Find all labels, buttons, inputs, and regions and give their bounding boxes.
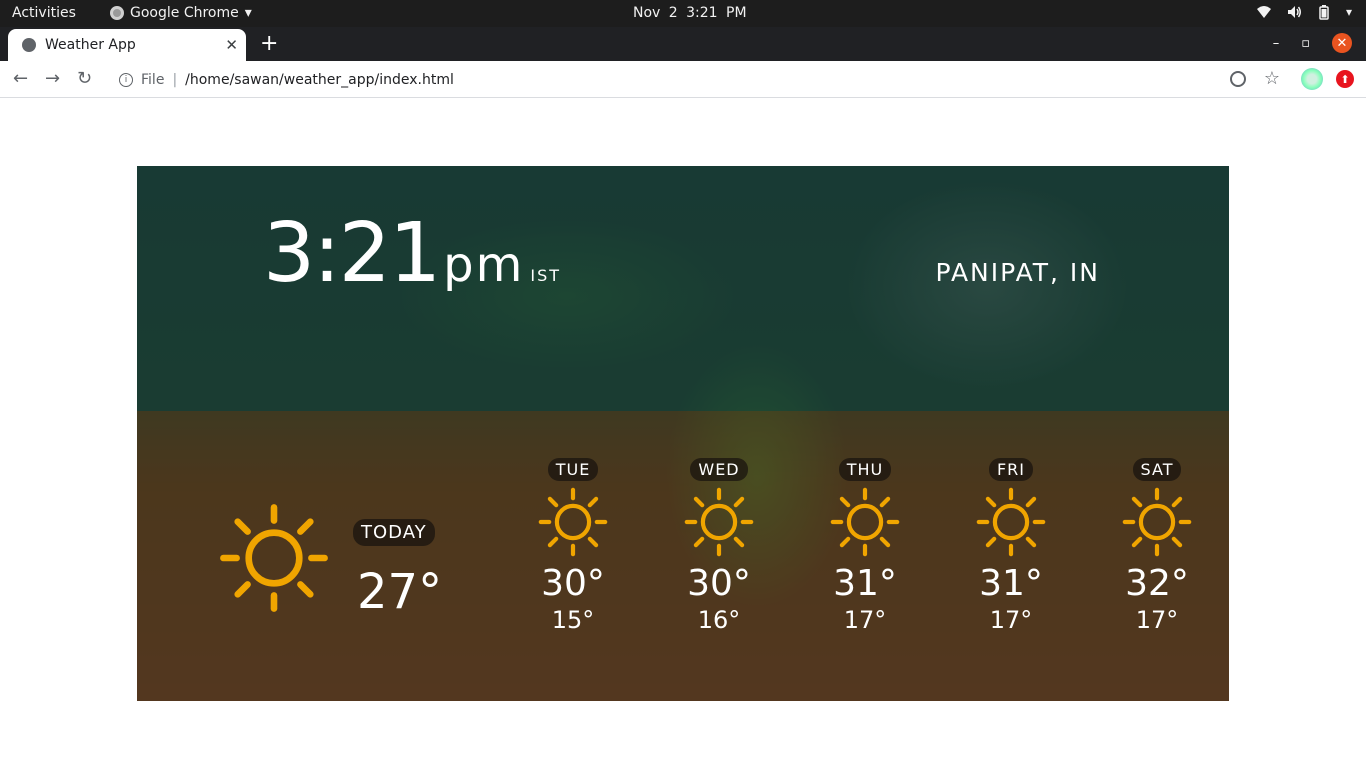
sun-icon [684,487,754,557]
address-scheme: File [141,71,165,88]
forecast-day-name: WED [690,458,748,481]
system-top-bar: Activities Google Chrome ▾ Nov 2 3:21 PM… [0,0,1366,27]
forecast-day: TUE 30° 15° [523,458,623,634]
forecast-high: 30° [541,563,605,604]
time-zone: IST [530,266,562,285]
location-target-icon[interactable] [1230,71,1246,87]
close-tab-button[interactable]: ✕ [225,36,238,54]
tab-title: Weather App [45,37,136,53]
system-tray[interactable]: ▾ [1256,4,1352,20]
sun-icon [830,487,900,557]
reload-button[interactable]: ↻ [77,68,92,89]
tab-strip: Weather App ✕ + – ▫ ✕ [0,27,1366,61]
maximize-button[interactable]: ▫ [1301,36,1310,51]
sun-icon [976,487,1046,557]
caret-down-icon: ▾ [1345,5,1352,19]
forecast-low: 16° [697,606,741,634]
address-separator: | [172,71,178,88]
window-controls: – ▫ ✕ [1273,33,1352,53]
time-hours-minutes: 3:21 [263,206,441,301]
info-icon[interactable]: i [119,72,133,87]
today-temperature: 27° [357,564,443,620]
forecast-day-name: FRI [988,458,1034,481]
close-window-button[interactable]: ✕ [1332,33,1352,53]
sun-icon [220,504,328,612]
forecast-high: 30° [687,563,751,604]
caret-down-icon: ▾ [244,5,252,21]
forecast-low: 17° [989,606,1033,634]
sun-icon [538,487,608,557]
current-time: 3:21 pm IST [263,206,561,301]
app-menu[interactable]: Google Chrome ▾ [110,5,252,21]
forecast-high: 32° [1125,563,1189,604]
forecast-high: 31° [833,563,897,604]
today-label: TODAY [353,519,435,546]
forecast-day: FRI 31° 17° [961,458,1061,634]
profile-avatar[interactable] [1301,68,1323,90]
forecast-low: 17° [843,606,887,634]
back-button[interactable]: ← [13,68,28,89]
battery-icon [1319,5,1329,20]
browser-toolbar: ← → ↻ i File | /home/sawan/weather_app/i… [0,61,1366,98]
address-bar[interactable]: i File | /home/sawan/weather_app/index.h… [108,65,1294,94]
sun-icon [1122,487,1192,557]
time-ampm: pm [443,237,525,293]
location-label: PANIPAT, IN [935,258,1100,287]
chrome-icon [110,6,124,20]
bookmark-star-icon[interactable]: ☆ [1264,68,1280,89]
activities-button[interactable]: Activities [12,5,76,21]
address-url[interactable]: /home/sawan/weather_app/index.html [185,72,454,88]
forecast-day: WED 30° 16° [669,458,769,634]
forecast-day: SAT 32° 17° [1107,458,1207,634]
weather-widget: 3:21 pm IST PANIPAT, IN TODAY 27° TUE 30… [137,166,1229,701]
tab-weather-app[interactable]: Weather App ✕ [8,29,246,61]
system-clock[interactable]: Nov 2 3:21 PM [633,5,747,21]
forward-button[interactable]: → [45,68,60,89]
forecast-low: 17° [1135,606,1179,634]
new-tab-button[interactable]: + [260,31,278,56]
app-menu-label: Google Chrome [130,5,239,21]
minimize-button[interactable]: – [1273,36,1280,51]
forecast-day-name: SAT [1132,458,1182,481]
forecast-day-name: THU [838,458,892,481]
wifi-icon [1256,6,1271,18]
volume-icon [1287,6,1301,18]
forecast-high: 31° [979,563,1043,604]
forecast-low: 15° [551,606,595,634]
forecast-day: THU 31° 17° [815,458,915,634]
forecast-day-name: TUE [547,458,599,481]
globe-icon [22,38,36,52]
update-arrow-icon[interactable]: ⬆ [1336,70,1354,88]
